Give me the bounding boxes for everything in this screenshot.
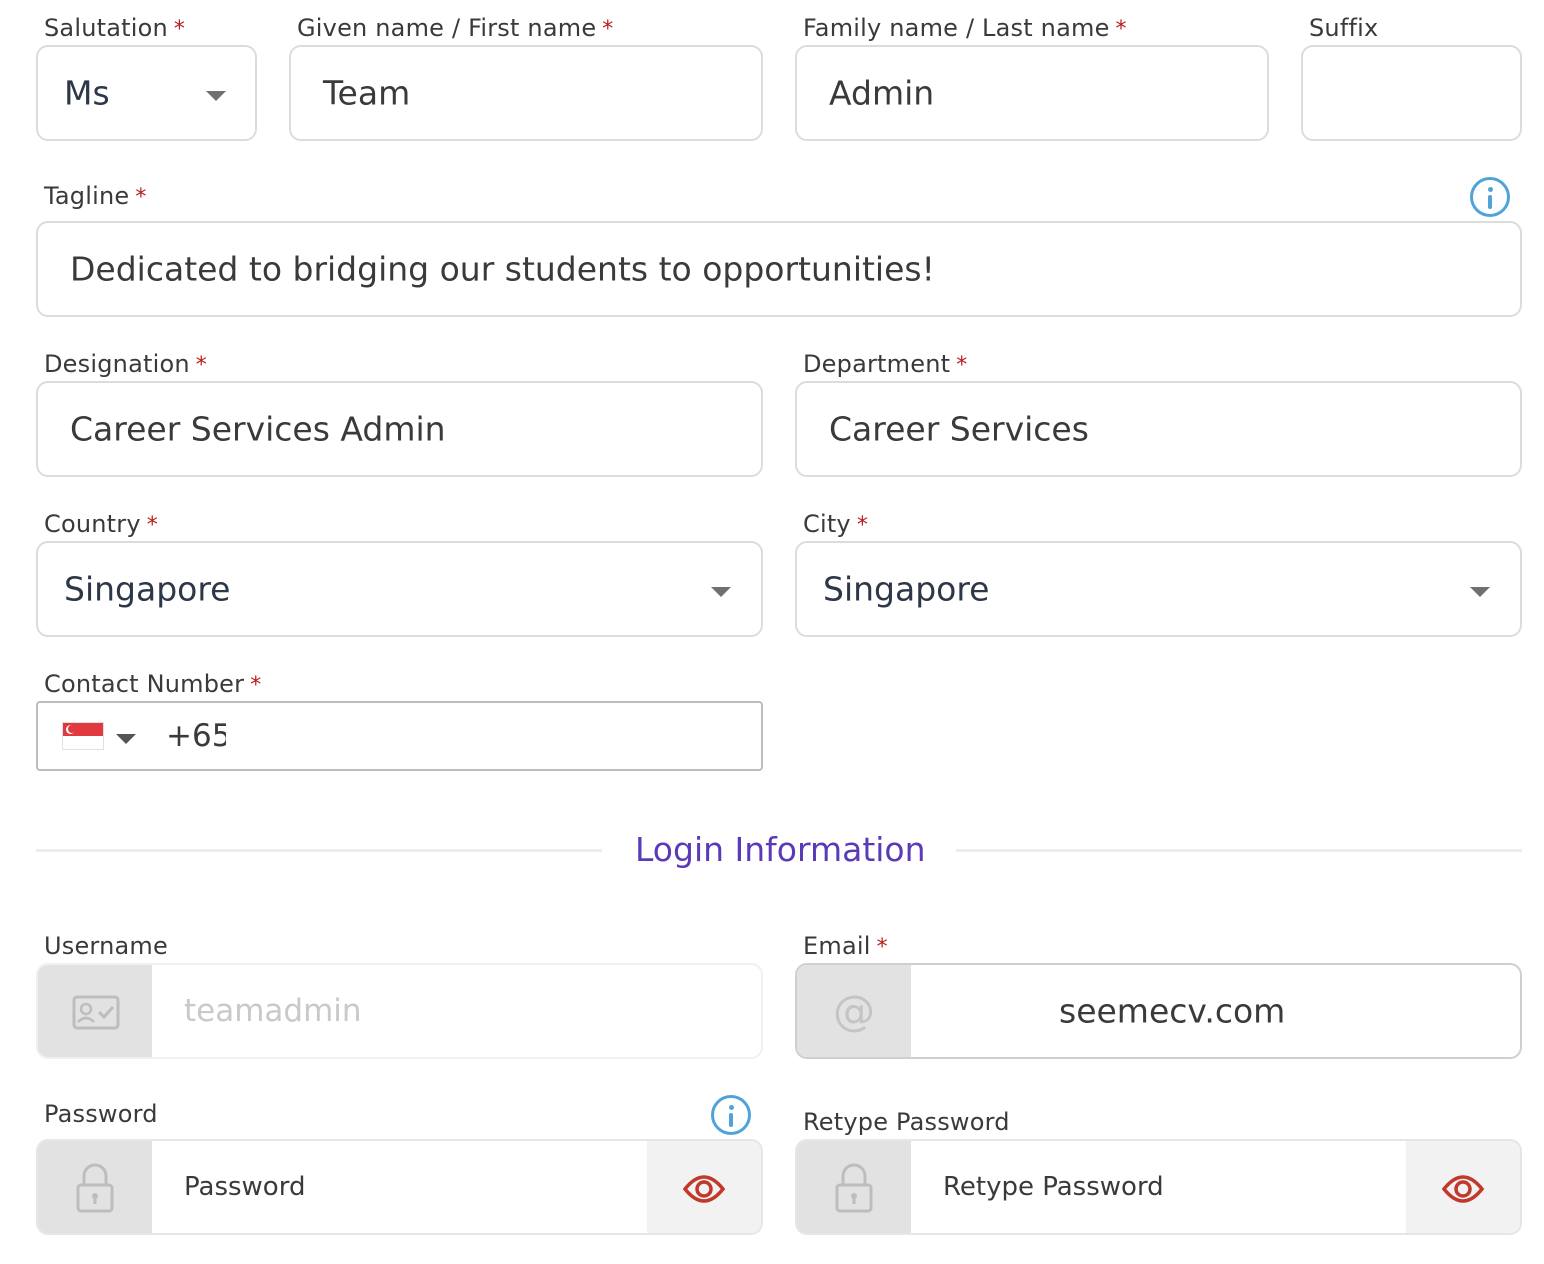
designation-input[interactable]: Career Services Admin bbox=[36, 381, 763, 477]
divider-right bbox=[956, 849, 1522, 852]
chevron-down-icon bbox=[206, 91, 226, 101]
username-label: Username bbox=[44, 932, 168, 960]
password-input[interactable]: Password bbox=[36, 1139, 763, 1235]
chevron-down-icon bbox=[711, 587, 731, 597]
salutation-label: Salutation * bbox=[44, 14, 186, 42]
city-value: Singapore bbox=[823, 569, 990, 609]
info-icon[interactable] bbox=[711, 1095, 751, 1135]
section-title: Login Information bbox=[635, 830, 926, 869]
at-icon: @ bbox=[797, 965, 911, 1057]
username-input: teamadmin bbox=[36, 963, 763, 1059]
given-name-value: Team bbox=[323, 73, 411, 113]
salutation-value: Ms bbox=[64, 73, 110, 113]
contact-number-label: Contact Number * bbox=[44, 670, 262, 698]
username-value: teamadmin bbox=[184, 993, 362, 1029]
chevron-down-icon[interactable] bbox=[116, 734, 136, 744]
family-name-label: Family name / Last name * bbox=[803, 14, 1127, 42]
country-label: Country * bbox=[44, 510, 158, 538]
singapore-flag-icon[interactable] bbox=[62, 722, 104, 750]
svg-text:@: @ bbox=[833, 986, 875, 1035]
given-name-label: Given name / First name * bbox=[297, 14, 614, 42]
suffix-label: Suffix bbox=[1309, 14, 1379, 42]
email-input[interactable]: @ seemecv.com bbox=[795, 963, 1522, 1059]
department-input[interactable]: Career Services bbox=[795, 381, 1522, 477]
tagline-label: Tagline * bbox=[44, 182, 147, 210]
given-name-input[interactable]: Team bbox=[289, 45, 763, 141]
divider-left bbox=[36, 849, 602, 852]
contact-number-input[interactable]: +65 bbox=[36, 701, 763, 771]
contact-number-value: +65 bbox=[166, 718, 226, 754]
designation-label: Designation * bbox=[44, 350, 207, 378]
info-icon[interactable] bbox=[1470, 177, 1510, 217]
email-label: Email * bbox=[803, 932, 888, 960]
eye-icon[interactable] bbox=[647, 1141, 761, 1233]
lock-icon bbox=[797, 1141, 911, 1233]
tagline-input[interactable]: Dedicated to bridging our students to op… bbox=[36, 221, 1522, 317]
retype-password-placeholder: Retype Password bbox=[943, 1172, 1164, 1202]
email-value: seemecv.com bbox=[1059, 991, 1286, 1031]
eye-icon[interactable] bbox=[1406, 1141, 1520, 1233]
retype-password-input[interactable]: Retype Password bbox=[795, 1139, 1522, 1235]
family-name-input[interactable]: Admin bbox=[795, 45, 1269, 141]
lock-icon bbox=[38, 1141, 152, 1233]
password-placeholder: Password bbox=[184, 1172, 306, 1202]
department-label: Department * bbox=[803, 350, 968, 378]
salutation-select[interactable]: Ms bbox=[36, 45, 257, 141]
password-label: Password bbox=[44, 1100, 158, 1128]
id-card-icon bbox=[38, 965, 152, 1057]
designation-value: Career Services Admin bbox=[70, 409, 446, 449]
retype-password-label: Retype Password bbox=[803, 1108, 1010, 1136]
chevron-down-icon bbox=[1470, 587, 1490, 597]
city-label: City * bbox=[803, 510, 869, 538]
country-value: Singapore bbox=[64, 569, 231, 609]
city-select[interactable]: Singapore bbox=[795, 541, 1522, 637]
tagline-value: Dedicated to bridging our students to op… bbox=[70, 249, 935, 289]
department-value: Career Services bbox=[829, 409, 1089, 449]
country-select[interactable]: Singapore bbox=[36, 541, 763, 637]
family-name-value: Admin bbox=[829, 73, 935, 113]
suffix-input[interactable] bbox=[1301, 45, 1522, 141]
